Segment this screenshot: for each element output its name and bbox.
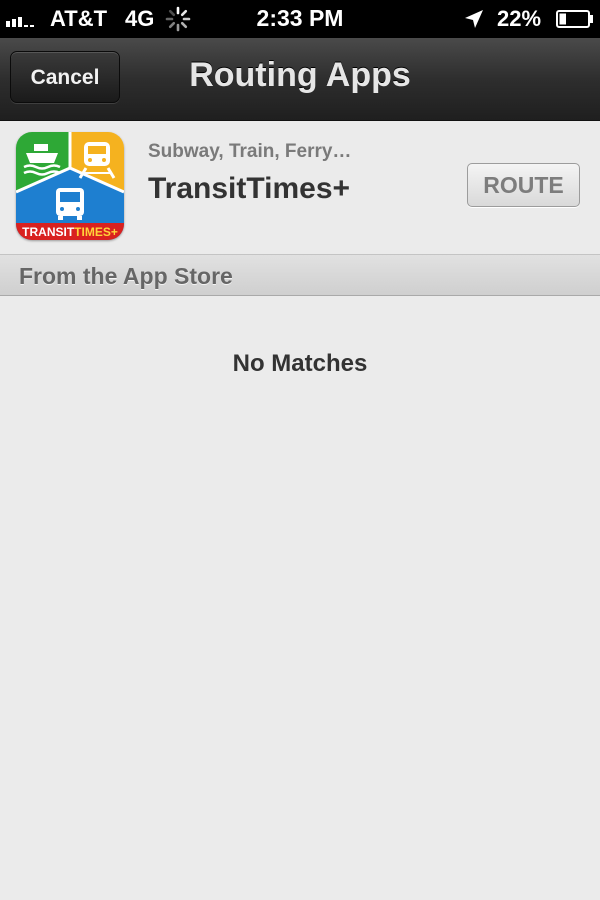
train-icon bbox=[78, 142, 116, 179]
bus-icon bbox=[56, 188, 84, 220]
app-subtitle: Subway, Train, Ferry… bbox=[148, 141, 352, 162]
cancel-button[interactable]: Cancel bbox=[10, 51, 120, 103]
app-name: TransitTimes+ bbox=[148, 172, 351, 205]
status-bar: AT&T 4G 2:33 PM 22% bbox=[0, 0, 600, 38]
section-title: From the App Store bbox=[19, 263, 233, 289]
navigation-bar: Cancel Routing Apps bbox=[0, 38, 600, 121]
section-header: From the App Store bbox=[0, 254, 600, 296]
transittimes-app-icon: TRANSITTIMES+ bbox=[16, 132, 124, 240]
route-button[interactable]: ROUTE bbox=[467, 163, 580, 207]
routing-app-row[interactable]: TRANSITTIMES+ Subway, Train, Ferry… Tran… bbox=[0, 121, 600, 254]
page-title: Routing Apps bbox=[189, 56, 411, 94]
location-arrow-icon bbox=[465, 10, 483, 28]
battery-percent: 22% bbox=[497, 6, 542, 31]
battery-icon bbox=[556, 10, 593, 28]
routing-apps-screen: AT&T 4G 2:33 PM 22% Cancel Routing Apps … bbox=[0, 0, 600, 900]
empty-state-message: No Matches bbox=[232, 350, 368, 377]
svg-text:TRANSITTIMES+: TRANSITTIMES+ bbox=[22, 225, 118, 239]
